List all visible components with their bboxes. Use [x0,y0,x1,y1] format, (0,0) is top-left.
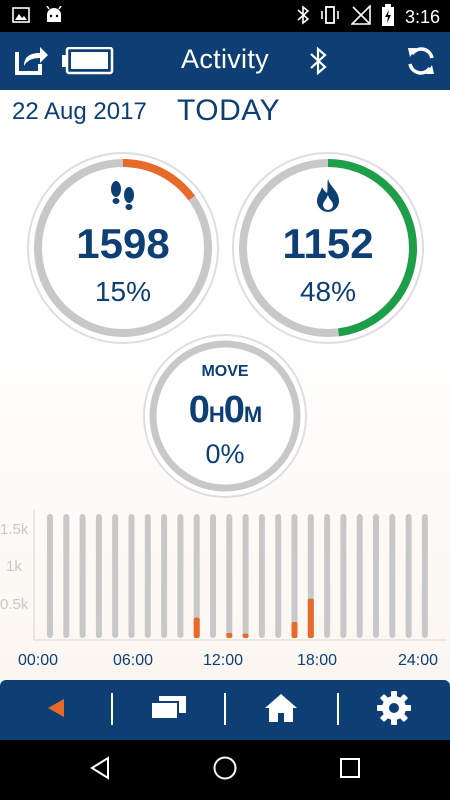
nav-home-icon [212,755,238,786]
hour-track [258,514,265,638]
hour-bar [242,633,249,638]
calories-gauge[interactable]: 1152 48% [230,150,426,346]
app-bar: Activity [0,32,450,90]
app-title: Activity [181,44,269,74]
nav-recents-icon [339,757,361,784]
hour-track [389,514,396,638]
move-hours-unit: H [208,402,225,427]
nav-recents-button[interactable] [330,754,370,786]
move-minutes: 0 [223,389,245,431]
hour-track [275,514,282,638]
settings-icon [376,690,412,731]
hour-track [79,514,86,638]
date-label: 22 Aug 2017 [12,98,147,125]
move-minutes-unit: M [243,402,262,427]
activity-content: 22 Aug 2017 TODAY 1598 15% 1152 48% MOVE… [0,90,450,680]
hour-track [324,514,331,638]
windows-icon [149,695,187,726]
bottom-toolbar [0,680,450,740]
toolbar-divider [111,693,113,725]
x-tick-label: 06:00 [113,652,154,669]
system-nav-bar [0,740,450,800]
x-tick-label: 12:00 [203,652,244,669]
hour-track [144,514,151,638]
back-arrow-icon [45,697,67,724]
move-gauge[interactable]: MOVE 0H0M 0% [142,333,308,499]
battery-charging-icon [381,4,395,31]
windows-button[interactable] [138,688,198,732]
hour-track [340,514,347,638]
hour-track [177,514,184,638]
chart-plot [33,510,446,641]
toolbar-divider [337,693,339,725]
hour-bar [226,632,233,638]
hour-track [226,514,233,638]
nav-back-icon [89,755,111,785]
no-signal-icon [350,4,371,30]
hour-bar [291,621,298,638]
bluetooth-status-icon[interactable] [309,46,327,81]
back-button[interactable] [26,688,86,732]
move-duration: 0H0M [142,389,308,432]
hour-track [128,514,135,638]
status-time: 3:16 [404,7,440,27]
x-tick-label: 18:00 [297,652,338,669]
hour-track [356,514,363,638]
move-label: MOVE [201,363,249,380]
steps-gauge[interactable]: 1598 15% [25,150,221,346]
hour-track [291,514,298,638]
android-icon [44,5,64,29]
calories-percent: 48% [299,276,357,307]
move-percent: 0% [205,439,245,469]
hour-track [421,514,428,638]
y-tick-label: 0.5k [0,596,29,613]
hour-track [63,514,70,638]
nav-back-button[interactable] [80,754,120,786]
status-bar: 3:16 [0,0,450,32]
sync-icon[interactable] [405,45,437,82]
hour-track [242,514,249,638]
home-button[interactable] [251,688,311,732]
y-tick-label: 1.5k [0,521,29,538]
hour-bar [193,617,200,638]
hour-track [373,514,379,638]
hour-track [47,514,53,638]
settings-button[interactable] [364,688,424,732]
move-hours: 0 [188,389,210,431]
hour-track [161,514,168,638]
nav-home-button[interactable] [205,754,245,786]
y-tick-label: 1k [6,558,22,575]
hour-track [95,514,102,638]
hour-track [112,514,119,638]
steps-percent: 15% [94,276,152,307]
home-icon [264,692,298,729]
vibrate-icon [319,5,341,30]
today-label: TODAY [177,94,281,127]
image-icon [12,7,30,28]
x-tick-label: 24:00 [398,652,439,669]
bluetooth-icon [297,5,310,30]
hourly-activity-chart: 1.5k 1k 0.5k 00:00 06:00 12:00 18:00 24:… [0,510,450,675]
x-tick-label: 00:00 [18,652,59,669]
calories-value: 1152 [282,220,374,267]
hour-track [210,514,216,638]
hour-bar [307,598,314,638]
hour-track [405,514,412,638]
steps-value: 1598 [76,220,170,267]
toolbar-divider [224,693,226,725]
